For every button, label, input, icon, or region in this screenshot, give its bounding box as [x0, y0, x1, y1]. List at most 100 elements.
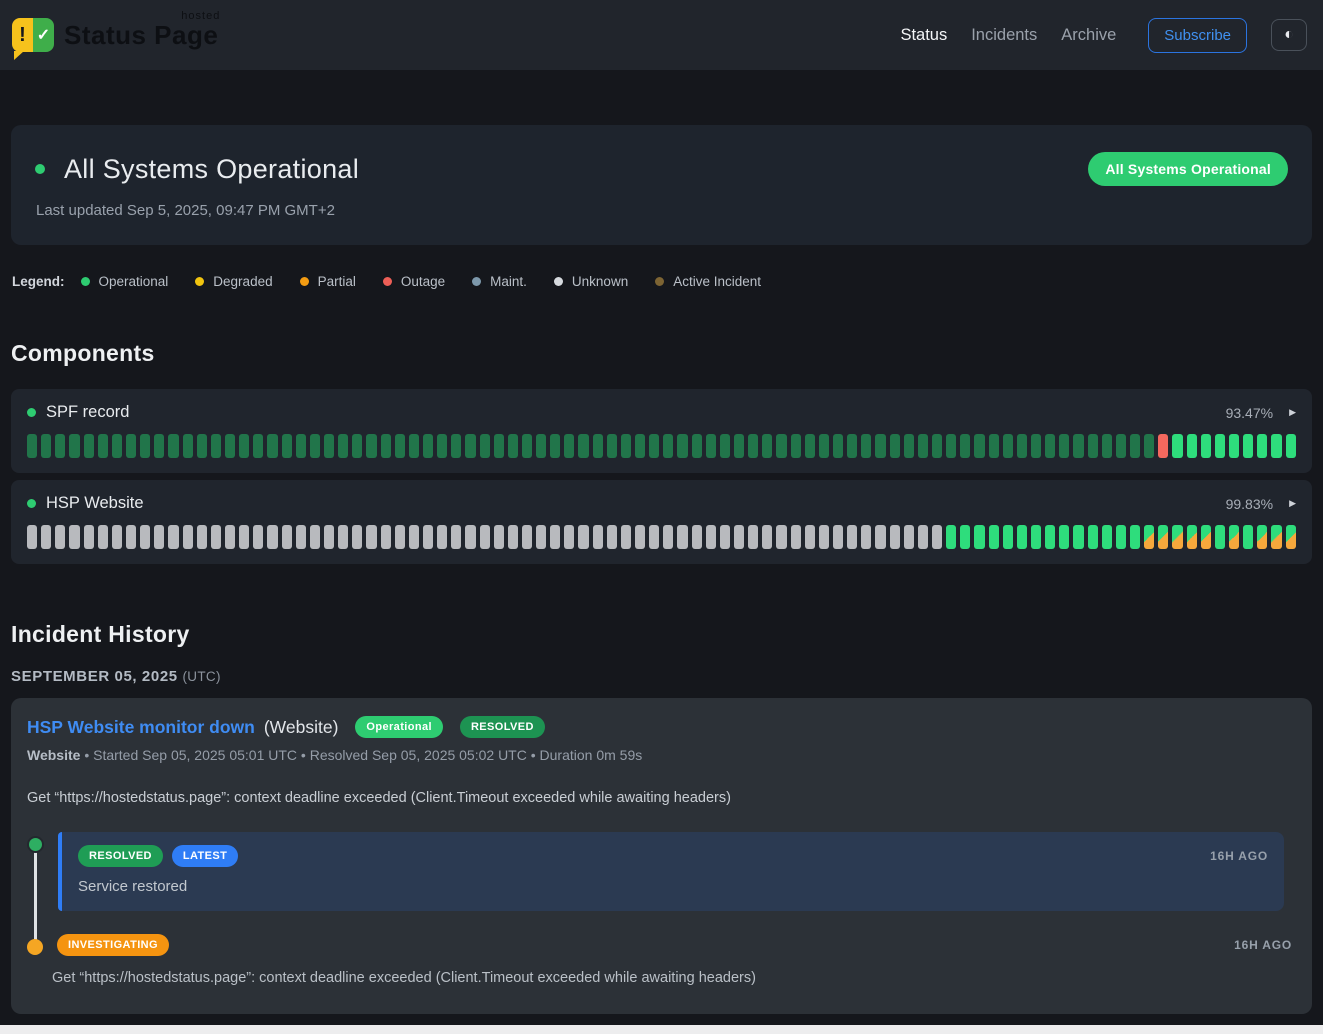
uptime-bar-dim	[1144, 434, 1154, 458]
legend-item-partial: Partial	[300, 274, 356, 289]
component-status-dot	[27, 408, 36, 417]
uptime-bar-nodata	[805, 525, 815, 549]
expand-arrow-icon[interactable]: ▶	[1289, 498, 1296, 509]
legend-item-outage: Outage	[383, 274, 445, 289]
incident-component-name: (Website)	[264, 717, 339, 738]
uptime-bar-nodata	[409, 525, 419, 549]
uptime-bar-op	[1286, 434, 1296, 458]
uptime-bar-dim	[791, 434, 801, 458]
uptime-bar-nodata	[338, 525, 348, 549]
uptime-bar-nodata	[253, 525, 263, 549]
component-name: SPF record	[46, 403, 129, 422]
overall-status-card: All Systems Operational All Systems Oper…	[11, 125, 1312, 245]
uptime-bar-nodata	[578, 525, 588, 549]
uptime-bar-nodata	[310, 525, 320, 549]
uptime-bar-dim	[593, 434, 603, 458]
nav-incidents[interactable]: Incidents	[971, 26, 1037, 45]
uptime-bar-dim	[451, 434, 461, 458]
uptime-bar-nodata	[649, 525, 659, 549]
overall-status-dot	[35, 164, 45, 174]
incident-meta: Website • Started Sep 05, 2025 05:01 UTC…	[27, 747, 1296, 763]
uptime-bar-op	[1059, 525, 1069, 549]
uptime-bar-dim	[748, 434, 758, 458]
uptime-bar-nodata	[465, 525, 475, 549]
uptime-bar-nodata	[607, 525, 617, 549]
uptime-bar-dim	[918, 434, 928, 458]
uptime-bar-dim	[932, 434, 942, 458]
component-name: HSP Website	[46, 494, 144, 513]
uptime-bar-op	[1257, 434, 1267, 458]
incident-date-heading: SEPTEMBER 05, 2025 (UTC)	[11, 668, 1312, 685]
component-card-hsp-website[interactable]: HSP Website 99.83% ▶	[11, 480, 1312, 564]
uptime-bar-dim	[1031, 434, 1041, 458]
uptime-bar-nodata	[494, 525, 504, 549]
uptime-bar-outage	[1158, 434, 1168, 458]
uptime-bar-nodata	[366, 525, 376, 549]
nav-status[interactable]: Status	[900, 26, 947, 45]
uptime-bar-dim	[649, 434, 659, 458]
latest-update-box: RESOLVED LATEST 16H AGO Service restored	[58, 832, 1284, 911]
uptime-bar-dim	[183, 434, 193, 458]
expand-arrow-icon[interactable]: ▶	[1289, 407, 1296, 418]
theme-toggle-button[interactable]: ◐	[1271, 19, 1307, 51]
uptime-bar-partial	[1286, 525, 1296, 549]
utc-suffix: (UTC)	[183, 669, 221, 684]
partial-dot-icon	[300, 277, 309, 286]
legend-item-unknown: Unknown	[554, 274, 628, 289]
uptime-bar-dim	[578, 434, 588, 458]
subscribe-button[interactable]: Subscribe	[1148, 18, 1247, 53]
uptime-bar-dim	[366, 434, 376, 458]
brand-superscript: hosted	[181, 10, 220, 22]
uptime-bar-dim	[409, 434, 419, 458]
uptime-bar-partial	[1271, 525, 1281, 549]
uptime-bar-dim	[550, 434, 560, 458]
uptime-bar-nodata	[748, 525, 758, 549]
uptime-bar-dim	[875, 434, 885, 458]
uptime-bar-nodata	[692, 525, 702, 549]
update-time-ago: 16H AGO	[1234, 938, 1292, 952]
uptime-bar-dim	[494, 434, 504, 458]
uptime-bar-dim	[126, 434, 136, 458]
uptime-bar-nodata	[621, 525, 631, 549]
uptime-bar-nodata	[847, 525, 857, 549]
uptime-bar-dim	[946, 434, 956, 458]
uptime-bar-nodata	[734, 525, 744, 549]
component-card-spf-record[interactable]: SPF record 93.47% ▶	[11, 389, 1312, 473]
uptime-bar-dim	[635, 434, 645, 458]
uptime-bar-dim	[437, 434, 447, 458]
uptime-bar-dim	[310, 434, 320, 458]
component-status-dot	[27, 499, 36, 508]
primary-nav: Status Incidents Archive Subscribe ◐	[900, 18, 1307, 53]
uptime-bar-op	[1088, 525, 1098, 549]
uptime-bar-dim	[508, 434, 518, 458]
uptime-bar-dim	[267, 434, 277, 458]
uptime-bar-dim	[960, 434, 970, 458]
uptime-bar-op	[1045, 525, 1055, 549]
unknown-dot-icon	[554, 277, 563, 286]
resolved-status-badge: RESOLVED	[78, 845, 163, 867]
uptime-bar-dim	[98, 434, 108, 458]
uptime-bar-nodata	[720, 525, 730, 549]
uptime-bar-partial	[1187, 525, 1197, 549]
uptime-bar-dim	[805, 434, 815, 458]
nav-archive[interactable]: Archive	[1061, 26, 1116, 45]
uptime-bar-dim	[84, 434, 94, 458]
uptime-bar-nodata	[536, 525, 546, 549]
uptime-bar-nodata	[395, 525, 405, 549]
uptime-bar-nodata	[663, 525, 673, 549]
uptime-bar-nodata	[168, 525, 178, 549]
incident-title-link[interactable]: HSP Website monitor down	[27, 717, 255, 738]
incident-description: Get “https://hostedstatus.page”: context…	[27, 790, 1296, 806]
uptime-bar-dim	[621, 434, 631, 458]
contrast-icon: ◐	[1284, 27, 1294, 43]
uptime-bar-nodata	[98, 525, 108, 549]
uptime-bar-dim	[69, 434, 79, 458]
uptime-bar-op	[946, 525, 956, 549]
uptime-bar-nodata	[27, 525, 37, 549]
checkmark-icon: ✓	[33, 18, 54, 52]
brand[interactable]: ! ✓ Status Page hosted	[12, 18, 218, 52]
uptime-bar-nodata	[239, 525, 249, 549]
operational-dot-icon	[81, 277, 90, 286]
uptime-bar-dim	[904, 434, 914, 458]
uptime-bar-nodata	[875, 525, 885, 549]
